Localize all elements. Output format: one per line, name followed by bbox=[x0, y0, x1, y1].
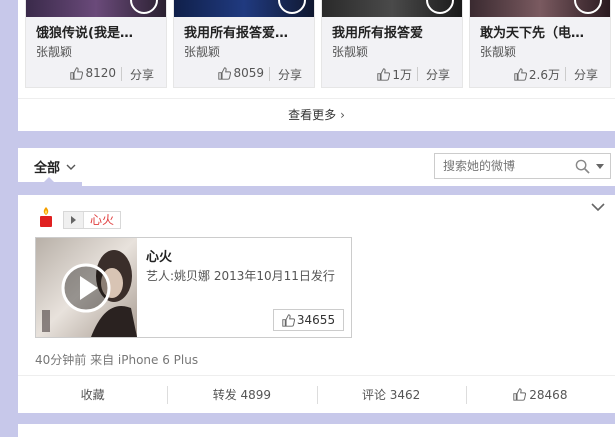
like-count: 1万 bbox=[392, 68, 412, 82]
song-artist-info: 艺人:姚贝娜 2013年10月11日发行 bbox=[146, 269, 335, 283]
share-button[interactable]: 分享 bbox=[278, 66, 302, 83]
repost-button[interactable]: 转发 4899 bbox=[167, 376, 316, 413]
play-icon[interactable] bbox=[278, 0, 306, 14]
like-count: 2.6万 bbox=[528, 68, 560, 82]
card-title[interactable]: 我用所有报答爱 bbox=[332, 22, 458, 41]
candle-icon[interactable] bbox=[36, 206, 56, 228]
video-card[interactable]: 敢为天下先（电… 张靓颖 2.6万 分享 bbox=[469, 0, 611, 88]
card-author[interactable]: 张靓颖 bbox=[184, 43, 220, 60]
share-button[interactable]: 分享 bbox=[574, 66, 598, 83]
card-title[interactable]: 我用所有报答爱… bbox=[184, 22, 310, 41]
search-box[interactable] bbox=[434, 153, 611, 179]
play-icon[interactable] bbox=[426, 0, 454, 14]
like-count: 8059 bbox=[233, 66, 264, 80]
divider bbox=[269, 67, 270, 81]
album-cover[interactable] bbox=[36, 238, 137, 337]
card-thumbnail[interactable] bbox=[26, 0, 166, 17]
like-button[interactable]: 8120 bbox=[70, 66, 116, 80]
search-input[interactable] bbox=[443, 158, 571, 174]
album-cover-image bbox=[36, 238, 137, 337]
card-thumbnail[interactable] bbox=[322, 0, 462, 17]
video-card[interactable]: 饿狼传说(我是… 张靓颖 8120 分享 bbox=[25, 0, 167, 88]
chevron-down-icon bbox=[66, 164, 76, 170]
post-actions: 收藏 转发 4899 评论 3462 28468 bbox=[18, 375, 615, 413]
search-icon[interactable] bbox=[575, 159, 590, 174]
song-like-button[interactable]: 34655 bbox=[273, 309, 344, 331]
tab-all[interactable]: 全部 bbox=[34, 157, 76, 176]
feed-filter-bar: 全部 bbox=[18, 148, 615, 186]
play-icon bbox=[64, 212, 84, 228]
music-tag[interactable]: 心火 bbox=[63, 211, 122, 229]
like-count: 8120 bbox=[85, 66, 116, 80]
divider bbox=[121, 67, 122, 81]
share-button[interactable]: 分享 bbox=[426, 66, 450, 83]
feed-post: 心火 心火 艺人:姚贝娜 2013年10月11日发行 34655 40分钟前 来… bbox=[18, 195, 615, 413]
like-button[interactable]: 1万 bbox=[377, 66, 412, 83]
thumbs-up-icon bbox=[377, 68, 391, 81]
music-card[interactable]: 心火 艺人:姚贝娜 2013年10月11日发行 34655 bbox=[35, 237, 352, 338]
card-author[interactable]: 张靓颖 bbox=[36, 43, 72, 60]
divider bbox=[565, 67, 566, 81]
like-label: 28468 bbox=[529, 387, 568, 402]
video-card[interactable]: 我用所有报答爱… 张靓颖 8059 分享 bbox=[173, 0, 315, 88]
chevron-right-icon: › bbox=[340, 108, 345, 122]
card-thumbnail[interactable] bbox=[470, 0, 610, 17]
share-button[interactable]: 分享 bbox=[130, 66, 154, 83]
card-title[interactable]: 饿狼传说(我是… bbox=[36, 22, 162, 41]
play-icon[interactable] bbox=[574, 0, 602, 14]
song-like-count: 34655 bbox=[296, 313, 336, 327]
divider bbox=[417, 67, 418, 81]
play-icon[interactable] bbox=[130, 0, 158, 14]
video-cards-panel: 饿狼传说(我是… 张靓颖 8120 分享 我用所有报答爱… 张靓颖 8059 分… bbox=[18, 0, 615, 131]
like-button[interactable]: 28468 bbox=[465, 376, 615, 413]
thumbs-up-icon bbox=[70, 66, 84, 80]
next-feed-post bbox=[18, 424, 615, 437]
comment-label: 评论 3462 bbox=[361, 388, 421, 402]
card-thumbnail[interactable] bbox=[174, 0, 314, 17]
see-more-label: 查看更多 bbox=[288, 108, 337, 122]
dropdown-arrow-icon[interactable] bbox=[596, 164, 604, 169]
music-tag-label: 心火 bbox=[84, 212, 121, 228]
see-more-link[interactable]: 查看更多 › bbox=[18, 98, 615, 130]
favorite-label: 收藏 bbox=[80, 388, 105, 402]
like-button[interactable]: 2.6万 bbox=[514, 66, 560, 83]
post-meta[interactable]: 40分钟前 来自 iPhone 6 Plus bbox=[35, 351, 198, 368]
thumbs-up-icon bbox=[514, 68, 527, 81]
comment-button[interactable]: 评论 3462 bbox=[316, 376, 466, 413]
tab-indicator bbox=[18, 177, 82, 186]
thumbs-up-icon bbox=[513, 388, 527, 401]
favorite-button[interactable]: 收藏 bbox=[18, 376, 167, 413]
thumbs-up-icon bbox=[218, 66, 232, 80]
thumbs-up-icon bbox=[282, 313, 295, 327]
repost-label: 转发 4899 bbox=[212, 388, 272, 402]
card-author[interactable]: 张靓颖 bbox=[480, 43, 516, 60]
song-title[interactable]: 心火 bbox=[146, 246, 172, 265]
like-button[interactable]: 8059 bbox=[218, 66, 264, 80]
card-author[interactable]: 张靓颖 bbox=[332, 43, 368, 60]
chevron-down-icon[interactable] bbox=[591, 203, 605, 212]
video-card[interactable]: 我用所有报答爱 张靓颖 1万 分享 bbox=[321, 0, 463, 88]
card-title[interactable]: 敢为天下先（电… bbox=[480, 22, 606, 41]
tab-all-label: 全部 bbox=[34, 161, 61, 176]
